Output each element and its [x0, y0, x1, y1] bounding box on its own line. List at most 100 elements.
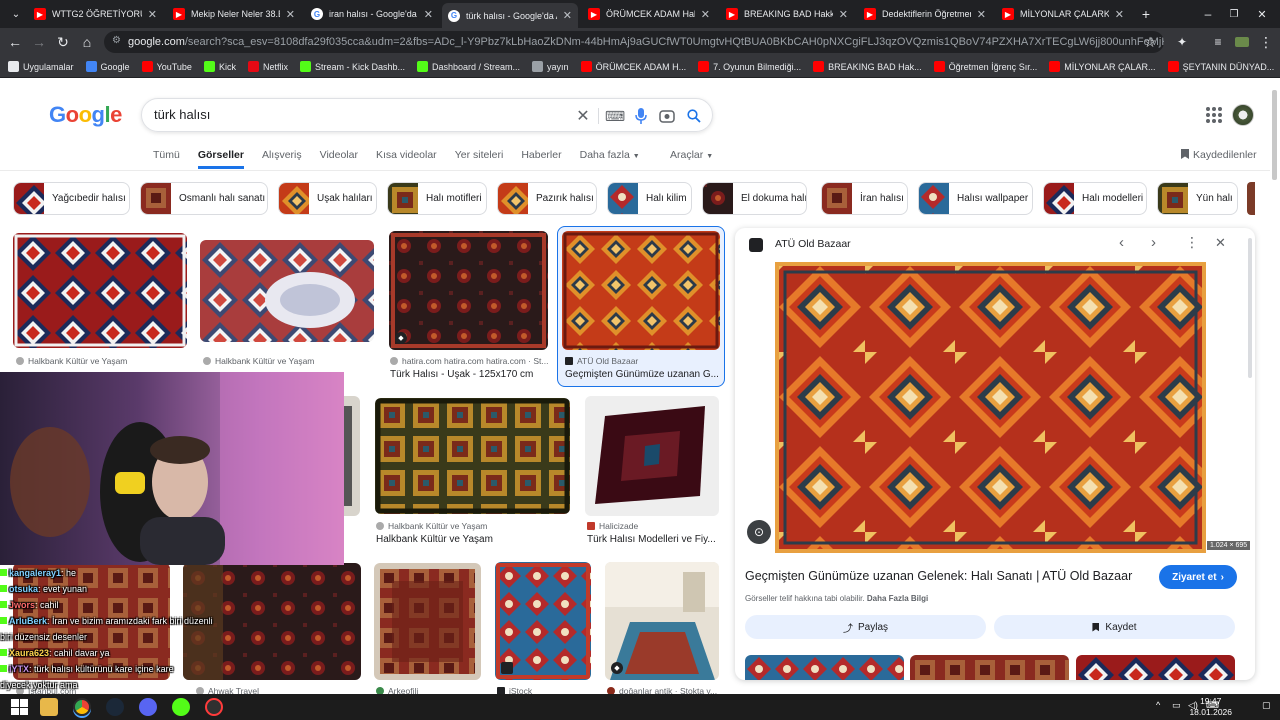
search-tab[interactable]: Daha fazla ▼ [580, 149, 640, 169]
bookmark-item[interactable]: YouTube [141, 61, 192, 72]
close-icon[interactable]: ✕ [424, 8, 433, 21]
browser-tab-1[interactable]: ▶ WTTG2 ÖĞRETİYORUM! | ✕ [28, 3, 163, 25]
close-icon[interactable]: ✕ [1215, 235, 1226, 251]
search-tab[interactable]: Görseller [197, 149, 244, 169]
related-chip[interactable]: Yün halı [1157, 182, 1238, 215]
related-chip[interactable]: Osmanlı halı sanatı [140, 182, 268, 215]
google-logo[interactable]: Google [49, 102, 122, 128]
result-image-3[interactable]: ◆ [389, 231, 548, 350]
close-icon[interactable]: ✕ [701, 8, 710, 21]
search-input[interactable] [154, 107, 554, 122]
keyboard-icon[interactable]: ⌨ [605, 107, 625, 125]
related-chip[interactable]: Uşak halıları [278, 182, 377, 215]
preview-title[interactable]: Geçmişten Günümüze uzanan Gelenek: Halı … [745, 569, 1145, 583]
related-chip[interactable]: Halı modelleri [1043, 182, 1147, 215]
discord-icon[interactable] [139, 698, 157, 716]
browser-tab-3[interactable]: G iran halısı - Google'da Ara ✕ [305, 3, 439, 25]
result-source-2[interactable]: Halkbank Kültür ve Yaşam [203, 356, 373, 366]
result-caption-4[interactable]: Geçmişten Günümüze uzanan G... [565, 369, 720, 380]
clear-icon[interactable]: ✕ [574, 107, 592, 125]
more-options-icon[interactable]: ⋮ [1185, 234, 1199, 251]
browser-tab-4-active[interactable]: G türk halısı - Google'da Ara ✕ [442, 3, 578, 28]
notification-icon[interactable]: ▢ [1262, 700, 1271, 711]
minimize-icon[interactable]: – [1196, 2, 1220, 26]
result-source-1[interactable]: Halkbank Kültür ve Yaşam [16, 356, 186, 366]
bookmark-item[interactable]: Dashboard / Stream... [417, 61, 520, 72]
microphone-icon[interactable] [632, 107, 650, 125]
extensions-icon[interactable]: ✦ [1170, 30, 1194, 54]
bookmark-item[interactable]: Google [85, 61, 130, 72]
bookmark-item[interactable]: ÖRÜMCEK ADAM H... [580, 61, 686, 72]
search-tab[interactable]: Kısa videolar [376, 149, 437, 169]
result-source-4[interactable]: ATÜ Old Bazaar [565, 356, 720, 366]
result-source-6[interactable]: Halicizade [587, 521, 719, 531]
search-icon[interactable] [685, 107, 703, 125]
kick-icon[interactable] [172, 698, 190, 716]
close-icon[interactable]: ✕ [839, 8, 848, 21]
related-chip[interactable]: El dokuma halı [702, 182, 807, 215]
saved-link[interactable]: Kaydedilenler [1181, 149, 1257, 161]
browser-tab-5[interactable]: ▶ ÖRÜMCEK ADAM Hakkında ✕ [582, 3, 716, 25]
search-box[interactable]: ✕ ⌨ [141, 98, 713, 132]
bookmark-item[interactable]: MİLYONLAR ÇALAR... [1049, 61, 1156, 72]
result-image-4[interactable] [562, 231, 720, 350]
search-tab[interactable]: Haberler [521, 149, 561, 169]
profile-icon[interactable] [1230, 30, 1254, 54]
close-icon[interactable]: ✕ [148, 8, 157, 21]
bookmark-item[interactable]: Netflix [247, 61, 288, 72]
window-close-icon[interactable]: ✕ [1250, 2, 1274, 26]
page-scrollbar[interactable] [1272, 90, 1277, 180]
more-info-link[interactable]: Daha Fazla Bilgi [867, 594, 928, 603]
lens-search-icon[interactable]: ⊙ [747, 520, 771, 544]
browser-tab-6[interactable]: ▶ BREAKING BAD Hakkında ✕ [720, 3, 854, 25]
close-icon[interactable]: ✕ [286, 8, 295, 21]
result-caption-6[interactable]: Türk Halısı Modelleri ve Fiy... [587, 534, 719, 545]
browser-tab-8[interactable]: ▶ MİLYONLAR ÇALARKEN V ✕ [996, 3, 1130, 25]
panel-scrollbar[interactable] [1248, 238, 1252, 378]
reload-icon[interactable]: ↻ [51, 30, 75, 54]
result-image-9[interactable] [374, 563, 481, 680]
google-apps-icon[interactable] [1206, 107, 1222, 123]
obs-icon[interactable] [205, 698, 223, 716]
browser-tab-7[interactable]: ▶ Dedektiflerin Öğretmenin ✕ [858, 3, 992, 25]
bookmark-item[interactable]: ŞEYTANIN DÜNYAD... [1167, 61, 1274, 72]
start-menu-icon[interactable] [10, 698, 28, 716]
related-image-2[interactable] [910, 655, 1069, 680]
chrome-icon[interactable] [73, 698, 91, 716]
result-image-5[interactable] [375, 398, 570, 514]
related-chip[interactable]: Pazırık halısı [497, 182, 597, 215]
result-caption-3[interactable]: Türk Halısı - Uşak - 125x170 cm [390, 369, 548, 380]
result-image-1[interactable] [13, 233, 187, 348]
file-explorer-icon[interactable] [40, 698, 58, 716]
forward-icon[interactable]: → [27, 30, 51, 54]
search-tab[interactable]: Yer siteleri [455, 149, 504, 169]
bookmark-item[interactable]: yayın [532, 61, 569, 72]
result-image-2[interactable] [200, 240, 374, 342]
address-bar[interactable]: ⚙ google.com/search?sca_esv=8108dfa29f03… [104, 31, 1164, 53]
related-image-1[interactable] [745, 655, 904, 680]
new-tab-icon[interactable]: + [1134, 2, 1158, 26]
close-icon[interactable]: ✕ [563, 9, 572, 22]
tab-search-icon[interactable]: ⌄ [4, 2, 28, 26]
search-tab[interactable]: Alışveriş [262, 149, 302, 169]
save-button[interactable]: Kaydet [994, 615, 1235, 639]
related-chip[interactable]: Halı motifleri [387, 182, 487, 215]
system-clock[interactable]: 19:47 18.01.2026 [1189, 696, 1232, 718]
related-chip[interactable]: Halı kilim [607, 182, 692, 215]
avatar[interactable] [1232, 104, 1254, 126]
home-icon[interactable]: ⌂ [75, 30, 99, 54]
next-icon[interactable]: › [1151, 234, 1156, 251]
bookmark-item[interactable]: Kick [203, 61, 236, 72]
preview-source[interactable]: ATÜ Old Bazaar [775, 238, 851, 250]
bookmark-item[interactable]: BREAKING BAD Hak... [813, 61, 922, 72]
related-chip[interactable]: Halısı wallpaper [918, 182, 1033, 215]
bookmark-item[interactable]: Stream - Kick Dashb... [299, 61, 405, 72]
result-source-3[interactable]: hatira.com hatira.com hatira.com · St... [390, 356, 548, 366]
site-info-icon[interactable]: ⚙ [112, 35, 121, 46]
steam-icon[interactable] [106, 698, 124, 716]
back-icon[interactable]: ← [3, 30, 27, 54]
close-icon[interactable]: ✕ [977, 8, 986, 21]
restore-icon[interactable]: ❐ [1222, 2, 1246, 26]
related-chip[interactable]: İran halısı [821, 182, 908, 215]
result-source-5[interactable]: Halkbank Kültür ve Yaşam [376, 521, 570, 531]
